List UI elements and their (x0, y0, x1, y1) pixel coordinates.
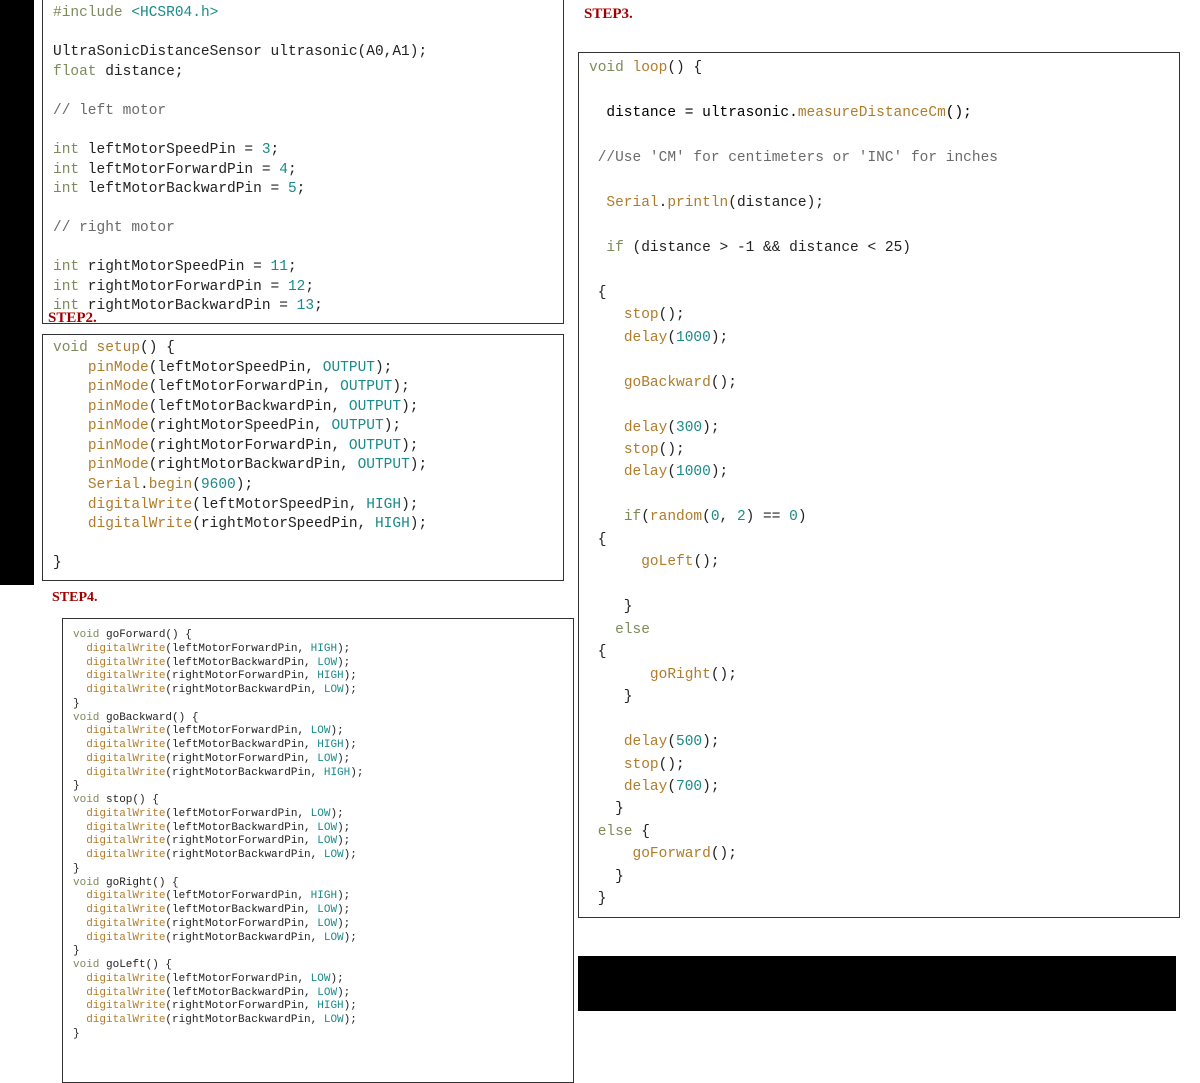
step2-label: STEP2. (48, 310, 97, 327)
line: UltraSonicDistanceSensor ultrasonic(A0,A… (53, 44, 427, 60)
fn-goforward: goForward (633, 846, 711, 862)
fn-begin: begin (149, 477, 193, 493)
kw-if: if (606, 240, 623, 256)
step4-code: void goForward() { digitalWrite(leftMoto… (62, 618, 574, 1083)
kw-else: else (615, 622, 650, 638)
comment-units: //Use 'CM' for centimeters or 'INC' for … (589, 150, 998, 166)
kw-void: void (589, 60, 624, 76)
fn-delay: delay (624, 330, 668, 346)
fn-measuredistancecm: measureDistanceCm (798, 105, 946, 121)
step2-code: void setup() { pinMode(leftMotorSpeedPin… (42, 334, 564, 581)
step1-code: #include <HCSR04.h> UltraSonicDistanceSe… (42, 0, 564, 324)
kw-int: int (53, 259, 79, 275)
kw-void: void (73, 629, 99, 641)
kw-else: else (598, 824, 633, 840)
include-header: <HCSR04.h> (123, 5, 219, 21)
fn-setup: setup (97, 340, 141, 356)
fn-println: println (667, 195, 728, 211)
bottom-black-strip (578, 956, 1176, 1011)
fn-random: random (650, 509, 702, 525)
comment-right-motor: // right motor (53, 220, 175, 236)
kw-int: int (53, 181, 79, 197)
fn-goright: goRight (650, 667, 711, 683)
obj-serial: Serial (88, 477, 140, 493)
fn-stop: stop (624, 307, 659, 323)
fn-pinmode: pinMode (88, 360, 149, 376)
fn-digitalwrite: digitalWrite (88, 497, 192, 513)
kw-void: void (53, 340, 88, 356)
step3-label: STEP3. (584, 6, 633, 23)
fn-gobackward: goBackward (624, 375, 711, 391)
left-black-strip (0, 0, 34, 585)
kw-int: int (53, 162, 79, 178)
var-distance: distance; (97, 64, 184, 80)
kw-int: int (53, 142, 79, 158)
fn-loop: loop (633, 60, 668, 76)
step4-label: STEP4. (52, 590, 98, 606)
comment-left-motor: // left motor (53, 103, 166, 119)
kw-float: float (53, 64, 97, 80)
kw-include: #include (53, 5, 123, 21)
page: #include <HCSR04.h> UltraSonicDistanceSe… (0, 0, 1200, 1039)
kw-if: if (624, 509, 641, 525)
obj-serial: Serial (606, 195, 658, 211)
fn-goleft: goLeft (641, 554, 693, 570)
step3-code: void loop() { distance = ultrasonic.meas… (578, 52, 1180, 918)
kw-int: int (53, 279, 79, 295)
